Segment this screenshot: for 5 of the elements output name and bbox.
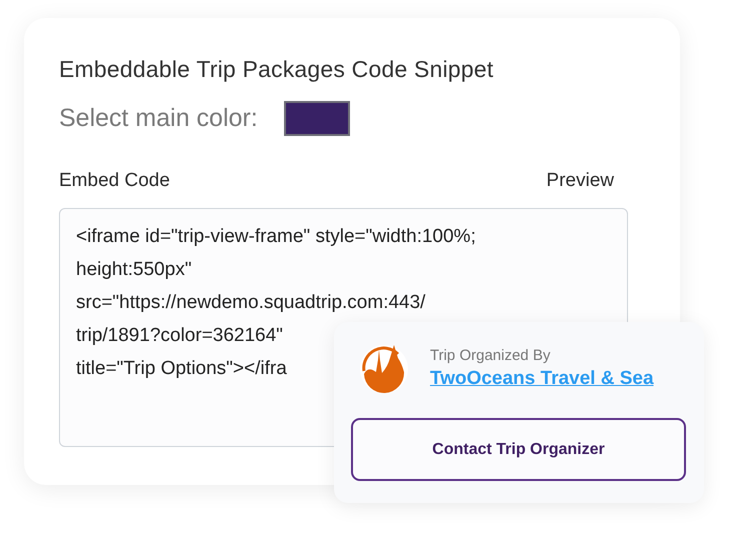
card-title: Embeddable Trip Packages Code Snippet (59, 56, 494, 83)
section-label: Preview (546, 170, 614, 193)
color-label: Select main color: (59, 104, 258, 133)
organizer-caption: Trip Organized By (430, 346, 552, 364)
section-label: Embed Code (59, 170, 170, 193)
